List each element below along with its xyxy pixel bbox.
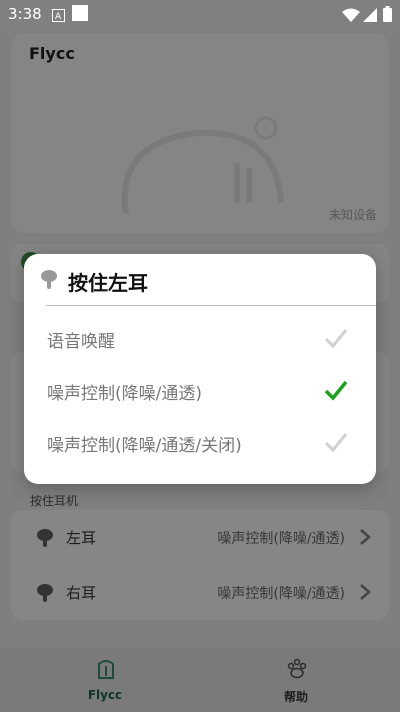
- chevron-right-icon: [359, 583, 371, 605]
- tab-label: Flycc: [87, 688, 123, 702]
- tab-flycc[interactable]: Flycc: [5, 648, 205, 712]
- earbud-right-icon: [35, 582, 55, 606]
- bottom-navigation: Flycc 帮助: [0, 648, 400, 712]
- section-label-press: 按住耳机: [30, 494, 79, 508]
- list-row-right[interactable]: 右耳 噪声控制(降噪/通透): [11, 565, 389, 620]
- press-left-dialog: 按住左耳 语音唤醒 噪声控制(降噪/通透) 噪声控制(降噪/通透/关闭): [24, 254, 376, 484]
- press-earbud-list: 左耳 噪声控制(降噪/通透) 右耳 噪声控制(降噪/通透): [11, 510, 389, 620]
- device-status: 未知设备: [328, 208, 377, 222]
- battery-icon: [383, 6, 392, 26]
- device-title: Flycc: [29, 44, 75, 63]
- option-label: 噪声控制(降噪/通透): [47, 384, 202, 404]
- notification-square-icon: [72, 5, 88, 25]
- list-row-label: 右耳: [66, 584, 97, 602]
- option-label: 语音唤醒: [47, 332, 115, 352]
- list-row-value: 噪声控制(降噪/通透): [217, 586, 345, 602]
- option-label: 噪声控制(降噪/通透/关闭): [47, 436, 242, 456]
- chevron-right-icon: [359, 528, 371, 550]
- tab-help[interactable]: 帮助: [196, 648, 396, 712]
- svg-text:A: A: [55, 12, 62, 22]
- dialog-title: 按住左耳: [68, 271, 148, 295]
- check-active-icon: [324, 379, 348, 405]
- status-bar: 3:38 A: [0, 0, 400, 28]
- check-inactive-icon: [324, 327, 348, 353]
- earbuds-case-illustration-icon: [106, 103, 296, 227]
- option-noise-control[interactable]: 噪声控制(降噪/通透): [24, 365, 376, 417]
- check-inactive-icon: [324, 431, 348, 457]
- option-noise-control-off[interactable]: 噪声控制(降噪/通透/关闭): [24, 417, 376, 469]
- dialog-divider: [46, 305, 376, 306]
- tab-label: 帮助: [283, 690, 308, 704]
- paw-help-icon: [286, 658, 308, 684]
- list-row-value: 噪声控制(降噪/通透): [217, 531, 345, 547]
- list-row-left[interactable]: 左耳 噪声控制(降噪/通透): [11, 510, 389, 565]
- device-card: Flycc 未知设备: [11, 33, 389, 233]
- earbud-left-icon: [35, 527, 55, 551]
- notification-a-icon: A: [52, 7, 65, 26]
- earbud-left-icon: [38, 268, 60, 294]
- list-row-label: 左耳: [66, 529, 97, 547]
- flycc-tab-icon: [95, 658, 117, 686]
- cellular-icon: [363, 7, 377, 26]
- option-voice-wake[interactable]: 语音唤醒: [24, 313, 376, 365]
- status-time: 3:38: [8, 5, 42, 23]
- wifi-icon: [342, 7, 360, 26]
